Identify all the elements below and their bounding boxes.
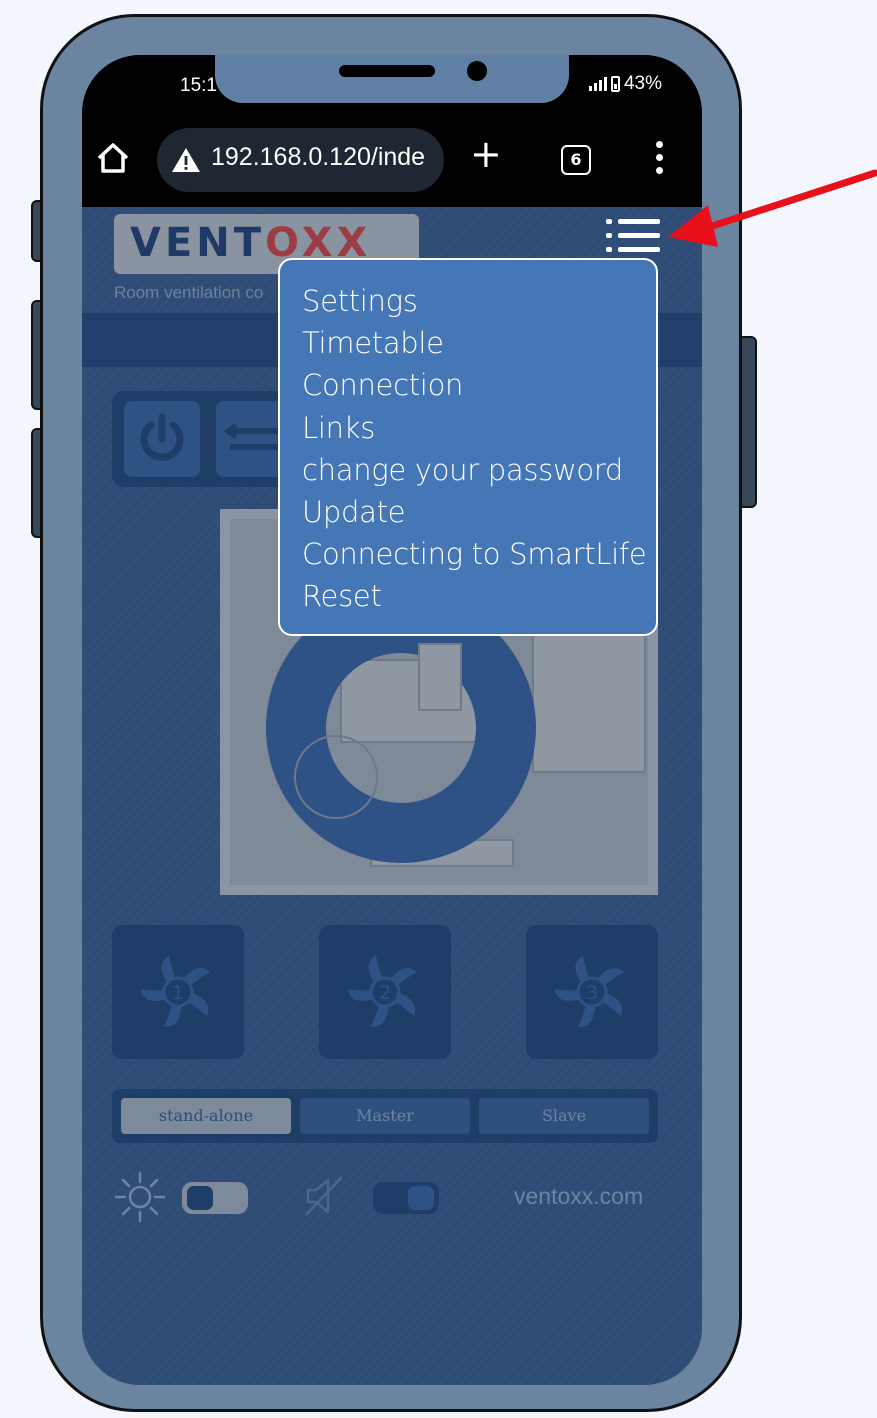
annotation-arrow-icon bbox=[668, 169, 877, 247]
room-chair bbox=[294, 735, 378, 819]
mode-selector: stand-alone Master Slave bbox=[112, 1089, 658, 1143]
fan-number: 3 bbox=[586, 982, 598, 1004]
menu-item-update[interactable]: Update bbox=[302, 491, 646, 533]
mode-slave[interactable]: Slave bbox=[479, 1098, 649, 1134]
signal-icon bbox=[588, 77, 607, 91]
status-indicators: 43% bbox=[588, 73, 662, 95]
camera-notch bbox=[215, 55, 569, 103]
control-group bbox=[112, 391, 302, 487]
power-icon bbox=[140, 413, 184, 461]
sun-icon bbox=[114, 1171, 166, 1223]
menu-item-settings[interactable]: Settings bbox=[302, 280, 646, 322]
menu-list: Settings Timetable Connection Links chan… bbox=[302, 280, 647, 618]
camera-icon bbox=[467, 61, 487, 81]
status-time: 15:1 bbox=[180, 75, 217, 96]
home-icon[interactable] bbox=[94, 139, 132, 177]
hamburger-menu-icon[interactable] bbox=[606, 219, 660, 253]
battery-level: 43% bbox=[623, 73, 662, 94]
fan-speed-2-button[interactable]: 2 bbox=[319, 925, 451, 1059]
dropdown-menu: Settings Timetable Connection Links chan… bbox=[278, 258, 658, 636]
room-cabinet bbox=[418, 643, 462, 711]
logo-text-part1: VENT bbox=[130, 220, 266, 266]
mute-icon[interactable] bbox=[302, 1173, 348, 1219]
power-toggle-button[interactable] bbox=[124, 401, 200, 477]
fan-icon: 2 bbox=[347, 955, 417, 1027]
menu-item-timetable[interactable]: Timetable bbox=[302, 322, 646, 364]
room-shelf bbox=[532, 619, 646, 773]
menu-item-change-password[interactable]: change your password bbox=[302, 449, 646, 491]
battery-icon bbox=[610, 76, 620, 92]
mode-stand-alone[interactable]: stand-alone bbox=[121, 1098, 291, 1134]
warning-icon[interactable] bbox=[171, 147, 201, 173]
fan-number: 1 bbox=[172, 982, 184, 1004]
brightness-toggle[interactable] bbox=[182, 1182, 248, 1214]
menu-item-reset[interactable]: Reset bbox=[302, 575, 646, 617]
mode-master[interactable]: Master bbox=[300, 1098, 470, 1134]
sound-toggle[interactable] bbox=[373, 1182, 439, 1214]
fan-number: 2 bbox=[379, 982, 391, 1004]
menu-item-links[interactable]: Links bbox=[302, 407, 646, 449]
fan-speed-1-button[interactable]: 1 bbox=[112, 925, 244, 1059]
status-bar: 15:1 43% bbox=[82, 55, 702, 115]
page-subtitle: Room ventilation co bbox=[114, 283, 264, 302]
url-text[interactable]: 192.168.0.120/inde bbox=[211, 143, 425, 172]
toggle-knob bbox=[408, 1186, 434, 1210]
new-tab-icon[interactable]: + bbox=[470, 135, 502, 173]
menu-item-connection[interactable]: Connection bbox=[302, 364, 646, 406]
tab-switcher-button[interactable]: 6 bbox=[561, 145, 591, 175]
speaker-grille bbox=[339, 65, 435, 77]
toggle-knob bbox=[187, 1186, 213, 1210]
phone-screen: 15:1 43% 192.168.0.120/inde + 6 VENTOXX … bbox=[82, 55, 702, 1385]
fan-icon: 1 bbox=[140, 955, 210, 1027]
website-link[interactable]: ventoxx.com bbox=[514, 1183, 643, 1210]
menu-item-smartlife[interactable]: Connecting to SmartLife bbox=[302, 533, 647, 575]
fan-speed-3-button[interactable]: 3 bbox=[526, 925, 658, 1059]
fan-icon: 3 bbox=[554, 955, 624, 1027]
browser-toolbar: 192.168.0.120/inde + 6 bbox=[82, 115, 702, 207]
address-bar[interactable]: 192.168.0.120/inde bbox=[157, 128, 444, 192]
